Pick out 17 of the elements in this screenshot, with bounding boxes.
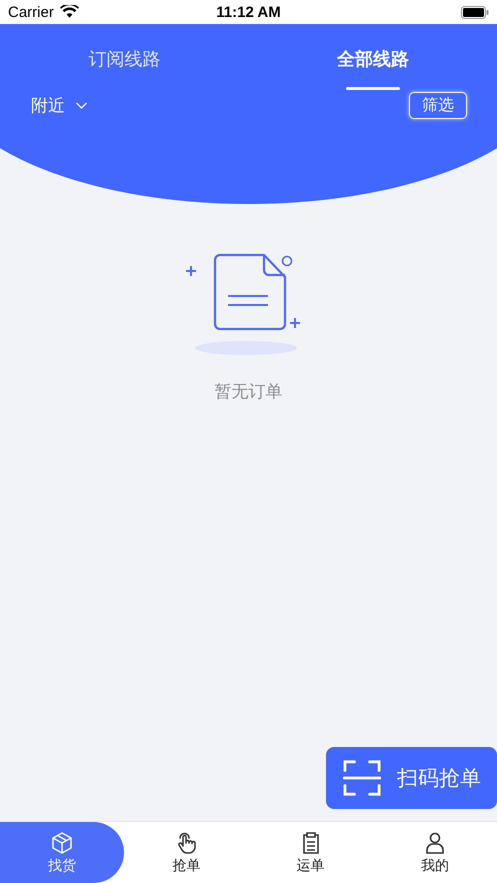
filter-button[interactable]: 筛选: [409, 92, 467, 119]
battery-icon: [461, 6, 489, 18]
scan-order-button[interactable]: 扫码抢单: [326, 747, 497, 809]
wifi-icon: [60, 5, 79, 19]
nav-tab[interactable]: 运单: [248, 822, 373, 883]
empty-message: 暂无订单: [214, 381, 282, 403]
route-tab[interactable]: 订阅线路: [0, 24, 248, 90]
nav-tab[interactable]: 抢单: [124, 822, 248, 883]
clock-time: 11:12 AM: [216, 4, 281, 20]
carrier-label: Carrier: [8, 4, 54, 20]
scan-icon: [343, 759, 381, 797]
chevron-down-icon: [75, 102, 88, 110]
location-dropdown[interactable]: 附近: [31, 94, 88, 117]
nav-tab[interactable]: 我的: [372, 822, 497, 883]
nav-tab[interactable]: 找货: [0, 822, 124, 883]
route-tab[interactable]: 全部线路: [248, 24, 497, 90]
box-icon: [50, 830, 74, 854]
